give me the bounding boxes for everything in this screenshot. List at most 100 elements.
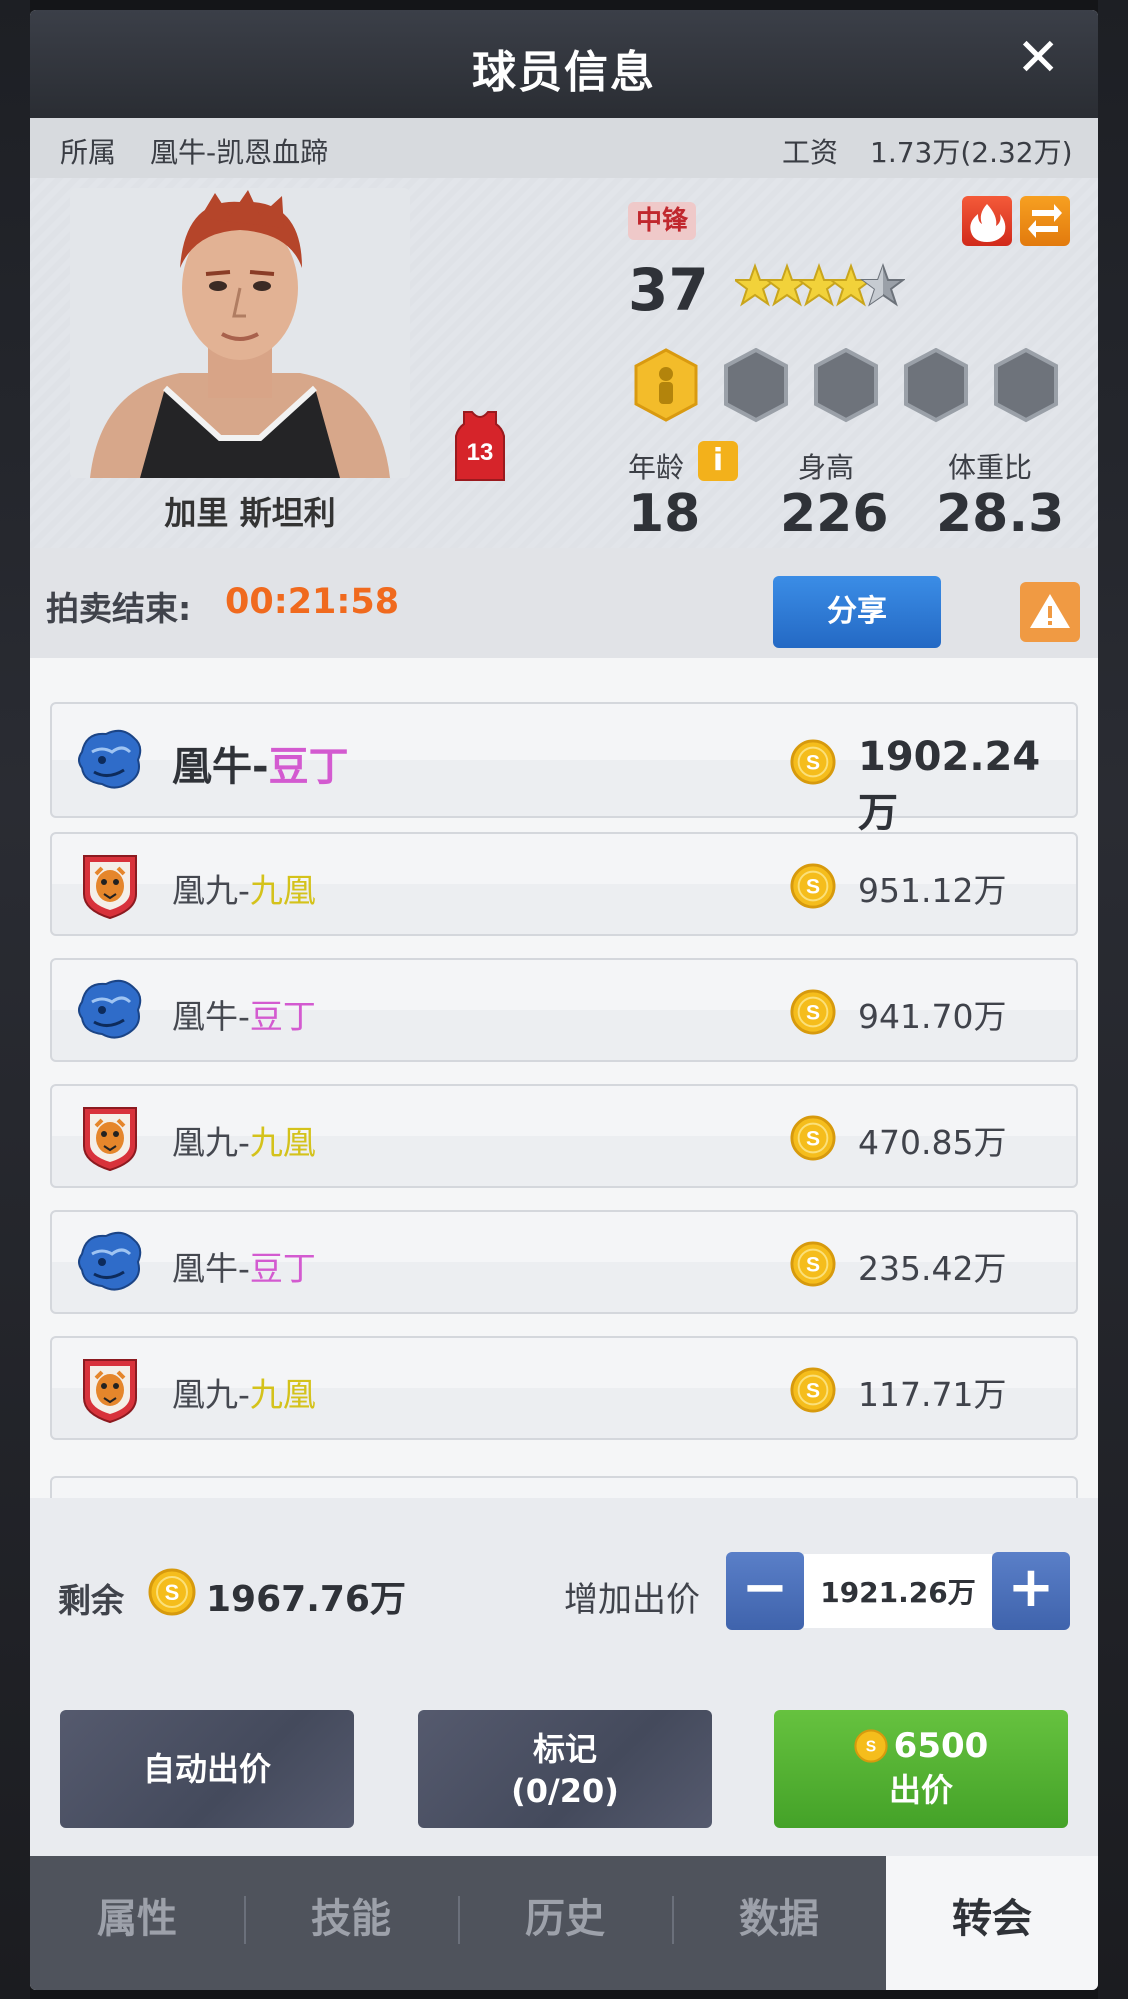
weight-ratio-value: 28.3 [936,484,1065,544]
increase-bid-button[interactable]: + [992,1552,1070,1630]
place-bid-button[interactable]: S 6500 出价 [774,1710,1068,1828]
coin-icon: S [854,1729,888,1763]
svg-text:S: S [806,1254,820,1277]
bid-amount: 951.12万 [858,871,1007,910]
tab-attributes[interactable]: 属性 [30,1856,244,1990]
coin-icon: S [148,1568,196,1616]
bidder-club: 凰九- [172,871,250,910]
svg-text:S: S [806,1380,820,1403]
bid-amount: 941.70万 [858,997,1007,1036]
age-value: 18 [628,484,701,544]
bidder-manager: 豆丁 [249,997,316,1036]
player-portrait [70,188,410,478]
coin-icon: S [790,989,836,1035]
mark-count: (0/20) [511,1772,619,1810]
bid-row: 凰九-九凰 S 470.85万 [50,1084,1078,1188]
star-icon [732,263,778,307]
bid-row: 凰牛-豆丁 S 235.42万 [50,1210,1078,1314]
bull-team-logo-icon [72,722,148,798]
coin-icon: S [790,1367,836,1413]
info-icon[interactable]: i [698,441,738,481]
bidder-name: 凰牛-豆丁 [172,1242,316,1290]
star-rating [732,258,906,318]
bidder-name: 凰九-九凰 [172,864,316,912]
auction-end-label: 拍卖结束: [46,589,192,628]
bid-amount-input[interactable] [804,1554,992,1628]
svg-text:S: S [806,1128,820,1151]
coin-icon: S [790,739,836,785]
jersey-icon: 13 [452,410,508,482]
bidder-name: 凰九-九凰 [172,1368,316,1416]
player-name: 加里 斯坦利 [164,494,336,532]
mark-label: 标记 [532,1730,597,1768]
decrease-bid-button[interactable]: − [726,1552,804,1630]
star-icon [828,263,874,307]
bid-amount: 1902.24万 [858,734,1041,836]
bull-team-logo-icon [72,1224,148,1300]
mark-button[interactable]: 标记 (0/20) [418,1710,712,1828]
remaining-label: 剩余 [58,1581,124,1620]
skill-slot-empty-icon [724,347,788,423]
bull-team-logo-icon [72,972,148,1048]
tab-transfer[interactable]: 转会 [886,1856,1098,1990]
tab-data[interactable]: 数据 [672,1856,886,1990]
player-card: 13 加里 斯坦利 中锋 37 年龄 i 身高 体重比 18 226 28.3 [30,178,1098,548]
bidder-manager: 九凰 [249,1375,316,1414]
player-rating: 37 [628,256,709,324]
svg-text:S: S [806,876,820,899]
fire-icon[interactable] [962,196,1012,246]
jersey-number: 13 [467,439,494,466]
star-icon [796,263,842,307]
warning-icon[interactable] [1020,582,1080,642]
coin-icon: S [790,1115,836,1161]
bid-list[interactable]: 凰牛-豆丁 S 1902.24万 凰九-九凰 S 951.12万 凰牛-豆丁 S 941.70万… [30,658,1098,1498]
dialog-title: 球员信息 [472,47,656,98]
player-info-dialog: 球员信息 ✕ 所属 凰牛-凯恩血蹄 工资 1.73万(2.32万) 13 加里 … [30,10,1098,1990]
tab-skills[interactable]: 技能 [244,1856,458,1990]
share-button[interactable]: 分享 [773,576,941,648]
height-label: 身高 [798,451,855,484]
auto-bid-button[interactable]: 自动出价 [60,1710,354,1828]
age-label: 年龄 [628,451,685,484]
bidder-club: 凰牛- [172,1249,250,1288]
bidder-name: 凰牛-豆丁 [172,990,316,1038]
bid-amount: 235.42万 [858,1249,1007,1288]
close-icon[interactable]: ✕ [1016,28,1060,88]
bidder-manager: 九凰 [249,1123,316,1162]
weight-ratio-label: 体重比 [948,451,1033,484]
bidder-name: 凰九-九凰 [172,1116,316,1164]
star-icon [764,263,810,307]
club-label: 所属 [60,136,117,169]
auction-bar: 拍卖结束: 00:21:58 分享 [30,548,1098,658]
bid-row: 凰九-九凰 S 117.71万 [50,1336,1078,1440]
remaining-value: 1967.76万 [206,1579,406,1620]
bidder-manager: 九凰 [249,871,316,910]
bid-row: 凰牛-豆丁 S 1902.24万 [50,702,1078,836]
dialog-header: 球员信息 ✕ [30,10,1098,118]
half-star-icon [860,263,906,307]
tiger-team-logo-icon [72,846,148,922]
svg-text:S: S [806,752,820,775]
skill-badge-active-icon [634,348,698,422]
skill-slot-empty-icon [994,347,1058,423]
bid-row: 凰九-九凰 S 951.12万 [50,832,1078,936]
bidder-name: 凰牛-豆丁 [172,734,349,792]
coin-icon: S [790,1241,836,1287]
bidder-club: 凰牛- [172,744,269,790]
list-item-partial [50,1476,1078,1498]
tab-history[interactable]: 历史 [458,1856,672,1990]
swap-icon[interactable] [1020,196,1070,246]
coin-icon: S [790,863,836,909]
bid-controls: 剩余 S 1967.76万 增加出价 − + 自动出价 标记 (0/20) S … [30,1510,1098,1840]
salary-label: 工资 [782,136,839,169]
club-name: 凰牛-凯恩血蹄 [150,136,329,169]
skill-slot-empty-icon [814,347,878,423]
bidder-club: 凰九- [172,1123,250,1162]
svg-text:S: S [865,1739,875,1756]
tiger-team-logo-icon [72,1098,148,1174]
bid-amount: 117.71万 [858,1375,1007,1414]
bidder-club: 凰牛- [172,997,250,1036]
bidder-manager: 豆丁 [268,744,349,790]
bid-amount: 470.85万 [858,1123,1007,1162]
raise-bid-label: 增加出价 [564,1580,700,1620]
